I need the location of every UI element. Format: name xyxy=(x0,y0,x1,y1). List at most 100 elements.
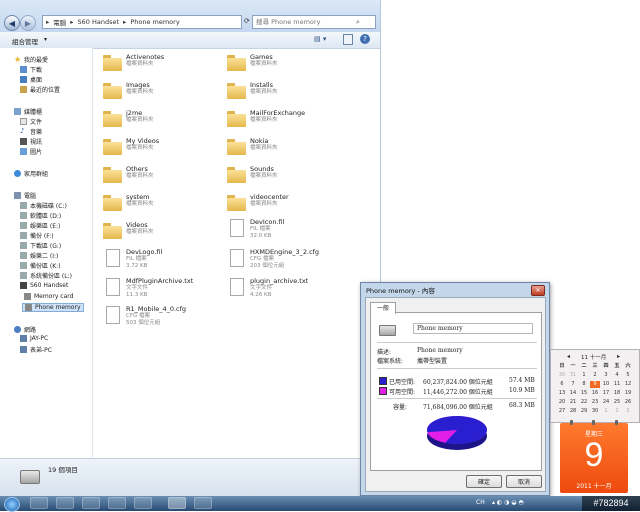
calendar-day[interactable]: 29 xyxy=(579,408,589,415)
sidebar-item-drive-d[interactable]: 軟體區 (D:) xyxy=(20,211,61,220)
calendar-day[interactable]: 18 xyxy=(612,390,622,397)
calendar-day[interactable]: 2 xyxy=(612,408,622,415)
calendar-day[interactable]: 30 xyxy=(557,372,567,379)
calendar-day[interactable]: 14 xyxy=(568,390,578,397)
calendar-day[interactable]: 28 xyxy=(568,408,578,415)
calendar-day[interactable]: 9 xyxy=(590,381,600,388)
sidebar-item-drive-f[interactable]: 備份 (F:) xyxy=(20,231,54,240)
language-indicator[interactable]: CH xyxy=(476,499,485,506)
sidebar-item-network[interactable]: 網路 xyxy=(14,325,36,334)
breadcrumb-phone-memory[interactable]: Phone memory xyxy=(130,18,179,26)
back-button[interactable]: ◀ xyxy=(4,15,20,31)
calendar-day[interactable]: 2 xyxy=(590,372,600,379)
list-item[interactable]: DevIcon.fil FIL 檔案 32.0 KB xyxy=(227,218,347,240)
calendar-day[interactable]: 1 xyxy=(601,408,611,415)
calendar-day[interactable]: 24 xyxy=(601,399,611,406)
list-item[interactable]: Sounds 檔案資料夾 xyxy=(227,165,347,183)
calendar-day[interactable]: 5 xyxy=(623,372,633,379)
calendar-day[interactable]: 27 xyxy=(557,408,567,415)
address-bar[interactable]: ▸ 電腦 ▸ S60 Handset ▸ Phone memory xyxy=(42,15,242,29)
list-item[interactable]: Installs 檔案資料夾 xyxy=(227,81,347,99)
list-item[interactable]: plugin_archive.txt 文字文件 4.26 KB xyxy=(227,277,347,299)
sidebar-item-drive-e[interactable]: 娛樂區 (E:) xyxy=(20,221,60,230)
list-item[interactable]: My Videos 檔案資料夾 xyxy=(103,137,223,155)
sidebar-item-drive-i[interactable]: 娛樂二 (I:) xyxy=(20,251,58,260)
list-item[interactable]: Games 檔案資料夾 xyxy=(227,53,347,71)
calendar-day[interactable]: 1 xyxy=(579,372,589,379)
calendar-day[interactable]: 4 xyxy=(612,372,622,379)
list-item[interactable]: MailForExchange 檔案資料夾 xyxy=(227,109,347,127)
sidebar-item-desktop[interactable]: 桌面 xyxy=(20,75,42,84)
sidebar-item-downloads[interactable]: 下載 xyxy=(20,65,42,74)
tray-icons[interactable]: ▴ ◐ ◑ ◒ ◓ xyxy=(492,499,524,506)
start-button[interactable] xyxy=(4,497,20,512)
calendar-day[interactable]: 19 xyxy=(623,390,633,397)
calendar-day[interactable]: 17 xyxy=(601,390,611,397)
calendar-day[interactable]: 26 xyxy=(623,399,633,406)
forward-button[interactable]: ▶ xyxy=(20,15,36,31)
taskbar-app-icon[interactable] xyxy=(134,497,152,509)
sidebar-item-phone-memory[interactable]: Phone memory xyxy=(22,303,84,312)
sidebar-item-homegroup[interactable]: 家用群組 xyxy=(14,169,48,178)
cancel-button[interactable]: 取消 xyxy=(506,475,542,488)
taskbar-explorer-icon[interactable] xyxy=(168,497,186,509)
sidebar-item-favorites[interactable]: ★ 我的最愛 xyxy=(14,55,48,65)
list-item[interactable]: DevLogo.fil FIL 檔案 3.72 KB xyxy=(103,248,223,270)
calendar-day[interactable]: 31 xyxy=(568,372,578,379)
calendar-day[interactable]: 7 xyxy=(568,381,578,388)
calendar-day[interactable]: 21 xyxy=(568,399,578,406)
calendar-day[interactable]: 8 xyxy=(579,381,589,388)
list-item[interactable]: videocenter 檔案資料夾 xyxy=(227,193,347,211)
list-item[interactable]: R1_Mobile_4_0.cfg CFG 檔案 503 個位元組 xyxy=(103,305,223,327)
search-input[interactable] xyxy=(256,18,356,26)
calendar-day[interactable]: 12 xyxy=(623,381,633,388)
sidebar-item-drive-k[interactable]: 備份區 (K:) xyxy=(20,261,61,270)
list-item[interactable]: HXMDEngine_3_2.cfg CFG 檔案 203 個位元組 xyxy=(227,248,347,270)
sidebar-item-pictures[interactable]: 圖片 xyxy=(20,147,42,156)
calendar-day[interactable]: 16 xyxy=(590,390,600,397)
sidebar-item-computer[interactable]: 電腦 xyxy=(14,191,36,200)
view-options-icon[interactable]: ▤ ▾ xyxy=(314,35,326,43)
help-icon[interactable]: ? xyxy=(360,34,370,44)
preview-pane-icon[interactable] xyxy=(343,34,353,45)
sidebar-item-drive-g[interactable]: 下載區 (G:) xyxy=(20,241,61,250)
list-item[interactable]: Images 檔案資料夾 xyxy=(103,81,223,99)
calendar-day[interactable]: 15 xyxy=(579,390,589,397)
calendar-day[interactable]: 20 xyxy=(557,399,567,406)
taskbar-app-icon[interactable] xyxy=(108,497,126,509)
sidebar-item-recent[interactable]: 最近的位置 xyxy=(20,85,60,94)
list-item[interactable]: Nokia 檔案資料夾 xyxy=(227,137,347,155)
name-field[interactable]: Phone memory xyxy=(413,323,533,334)
tab-general[interactable]: 一般 xyxy=(370,302,396,314)
list-item[interactable]: system 檔案資料夾 xyxy=(103,193,223,211)
calendar-day[interactable]: 3 xyxy=(601,372,611,379)
close-icon[interactable]: ✕ xyxy=(531,285,545,296)
sidebar-item-music[interactable]: ♪ 音樂 xyxy=(20,127,42,137)
sidebar-item-documents[interactable]: 文件 xyxy=(20,117,42,126)
taskbar-app-icon[interactable] xyxy=(56,497,74,509)
ok-button[interactable]: 確定 xyxy=(466,475,502,488)
calendar-day[interactable]: 11 xyxy=(612,381,622,388)
sidebar-item-host[interactable]: JAY-PC xyxy=(20,335,48,342)
breadcrumb-computer[interactable]: 電腦 xyxy=(53,17,66,27)
prev-month-icon[interactable]: ◂ xyxy=(567,353,570,360)
sidebar-item-drive-l[interactable]: 系統備份區 (L:) xyxy=(20,271,72,280)
sidebar-item-s60-handset[interactable]: S60 Handset xyxy=(20,282,68,289)
list-item[interactable]: Videos 檔案資料夾 xyxy=(103,221,223,239)
organize-button[interactable]: 組合管理 xyxy=(12,36,38,46)
sidebar-item-videos[interactable]: 視訊 xyxy=(20,137,42,146)
taskbar-app-icon[interactable] xyxy=(30,497,48,509)
calendar-day[interactable]: 22 xyxy=(579,399,589,406)
calendar-day[interactable]: 23 xyxy=(590,399,600,406)
calendar-day[interactable]: 10 xyxy=(601,381,611,388)
refresh-icon[interactable]: ⟳ xyxy=(244,17,250,25)
list-item[interactable]: Activenotes 檔案資料夾 xyxy=(103,53,223,71)
list-item[interactable]: MdfPluginArchive.txt 文字文件 11.3 KB xyxy=(103,277,223,299)
calendar-day[interactable]: 3 xyxy=(623,408,633,415)
list-item[interactable]: j2me 檔案資料夾 xyxy=(103,109,223,127)
sidebar-item-drive-c[interactable]: 本機磁碟 (C:) xyxy=(20,201,67,210)
list-item[interactable]: Others 檔案資料夾 xyxy=(103,165,223,183)
sidebar-item-memory-card[interactable]: Memory card xyxy=(24,293,73,300)
sidebar-item-host[interactable]: 表弟-PC xyxy=(20,345,52,354)
breadcrumb-handset[interactable]: S60 Handset xyxy=(78,18,120,26)
